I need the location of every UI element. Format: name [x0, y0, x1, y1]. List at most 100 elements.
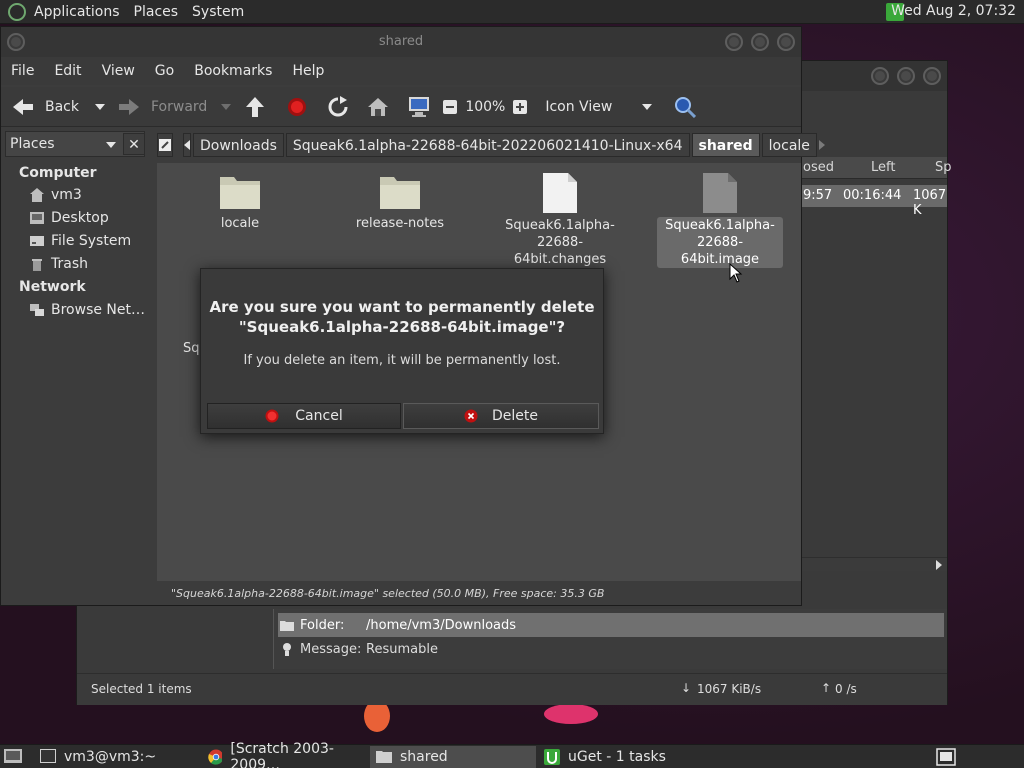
message-label: Message:: [300, 641, 362, 657]
menu-bookmarks[interactable]: Bookmarks: [184, 63, 282, 79]
scroll-right-icon[interactable]: [935, 560, 943, 570]
sidebar-item-home[interactable]: vm3: [29, 187, 82, 203]
sidebar-item-trash[interactable]: Trash: [29, 256, 88, 272]
applications-menu[interactable]: Applications: [34, 4, 120, 20]
close-button[interactable]: [777, 33, 795, 51]
sidebar-item-desktop[interactable]: Desktop: [29, 210, 109, 226]
maximize-button[interactable]: [751, 33, 769, 51]
file-item-release-notes[interactable]: release-notes: [337, 173, 463, 232]
file-item-image[interactable]: Squeak6.1alpha- 22688-64bit.image: [657, 173, 783, 268]
edit-icon: [159, 139, 171, 151]
terminal-icon: [40, 749, 56, 763]
folder-icon: [376, 751, 392, 763]
back-history-dropdown-icon[interactable]: [95, 103, 105, 110]
delete-icon: [464, 409, 478, 423]
col-elapsed[interactable]: osed: [803, 160, 834, 175]
up-arrow-icon[interactable]: [245, 96, 265, 118]
chevron-right-icon: [818, 140, 825, 150]
computer-heading: Computer: [19, 165, 97, 181]
chevron-down-icon: [642, 103, 653, 110]
places-menu[interactable]: Places: [134, 4, 179, 20]
row-elapsed: 9:57: [803, 188, 833, 203]
fm-titlebar: shared: [1, 27, 801, 57]
hidden-file-label-fragment: Sq: [183, 341, 200, 356]
crumb-squeak-dir[interactable]: Squeak6.1alpha-22688-64bit-202206021410-…: [285, 133, 690, 157]
workspace-switcher-icon[interactable]: [936, 748, 956, 766]
file-item-changes[interactable]: Squeak6.1alpha- 22688-64bit.changes: [497, 173, 623, 268]
crumb-downloads[interactable]: Downloads: [193, 133, 284, 157]
show-desktop-icon[interactable]: [4, 749, 22, 763]
minimize-button[interactable]: [871, 67, 889, 85]
stop-icon[interactable]: [287, 97, 307, 117]
download-row[interactable]: 9:57 00:16:44 1067 K: [801, 185, 947, 218]
sidebar-item-network[interactable]: Browse Net…: [29, 302, 145, 318]
chrome-icon: [208, 749, 223, 765]
maximize-button[interactable]: [897, 67, 915, 85]
zoom-in-icon[interactable]: [513, 99, 528, 114]
up-arrow-icon: ↑: [821, 681, 832, 695]
home-folder-icon: [30, 188, 44, 202]
task-terminal[interactable]: vm3@vm3:~: [34, 746, 200, 768]
search-icon[interactable]: [674, 96, 697, 118]
toolbar: Back Forward 100% Icon View: [1, 87, 801, 127]
folder-row: Folder: /home/vm3/Downloads: [278, 613, 944, 637]
cancel-button[interactable]: Cancel: [207, 403, 401, 429]
close-button[interactable]: [923, 67, 941, 85]
top-panel: Applications Places System Wed Aug 2, 07…: [0, 0, 1024, 24]
row-speed: 1067 K: [913, 188, 947, 218]
minimize-button[interactable]: [725, 33, 743, 51]
zoom-out-icon[interactable]: [443, 99, 458, 114]
forward-history-dropdown-icon[interactable]: [221, 103, 232, 110]
view-mode-select[interactable]: Icon View: [539, 99, 653, 115]
back-button[interactable]: Back: [11, 97, 79, 117]
menu-file[interactable]: File: [1, 63, 44, 79]
home-icon[interactable]: [367, 97, 389, 117]
network-icon: [30, 304, 44, 316]
path-scroll-right-button[interactable]: [818, 133, 825, 157]
cancel-icon: [265, 409, 279, 423]
menu-edit[interactable]: Edit: [44, 63, 91, 79]
crumb-locale[interactable]: locale: [761, 133, 817, 157]
row-left: 00:16:44: [843, 188, 902, 203]
distro-logo-icon[interactable]: [8, 2, 26, 21]
sidebar: Computer vm3 Desktop File System Trash N…: [5, 159, 151, 579]
folder-icon: [220, 177, 260, 209]
close-sidebar-button[interactable]: ✕: [123, 133, 145, 155]
task-uget[interactable]: uGet - 1 tasks: [538, 746, 704, 768]
crumb-shared[interactable]: shared: [691, 133, 760, 157]
folder-icon: [280, 621, 294, 631]
col-speed[interactable]: Sp: [935, 160, 952, 175]
forward-button[interactable]: Forward: [119, 97, 207, 117]
uget-statusbar: Selected 1 items ↓ 1067 KiB/s ↑ 0 /s: [77, 673, 947, 705]
reload-icon[interactable]: [327, 95, 349, 118]
toggle-location-entry-button[interactable]: [157, 133, 173, 157]
back-arrow-icon: [13, 98, 33, 115]
menu-view[interactable]: View: [92, 63, 145, 79]
task-file-manager[interactable]: shared: [370, 746, 536, 768]
computer-icon[interactable]: [407, 96, 431, 118]
chevron-left-icon: [184, 140, 190, 150]
system-menu[interactable]: System: [192, 4, 244, 20]
menu-go[interactable]: Go: [145, 63, 184, 79]
path-scroll-left-button[interactable]: [183, 133, 191, 157]
task-browser[interactable]: [Scratch 2003-2009…: [202, 741, 368, 768]
horizontal-scrollbar[interactable]: [801, 557, 947, 571]
folder-icon: [380, 177, 420, 209]
sidebar-item-filesystem[interactable]: File System: [29, 233, 131, 249]
window-menu-button[interactable]: [7, 33, 25, 51]
clock[interactable]: Wed Aug 2, 07:32: [891, 3, 1016, 19]
col-left[interactable]: Left: [871, 160, 895, 175]
folder-label: Folder:: [300, 617, 345, 633]
message-row: Message: Resumable: [278, 637, 438, 661]
dialog-title: Are you sure you want to permanently del…: [209, 298, 595, 336]
taskbar: vm3@vm3:~ [Scratch 2003-2009… shared uGe…: [0, 741, 1024, 768]
upload-speed: 0 /s: [835, 682, 857, 696]
mouse-cursor-icon: [729, 263, 743, 283]
zoom-level: 100%: [465, 98, 506, 115]
info-icon: [283, 643, 291, 656]
menu-help[interactable]: Help: [282, 63, 334, 79]
delete-button[interactable]: Delete: [403, 403, 599, 429]
document-icon: [703, 173, 737, 213]
menubar: File Edit View Go Bookmarks Help: [1, 57, 801, 85]
file-item-locale[interactable]: locale: [177, 173, 303, 232]
